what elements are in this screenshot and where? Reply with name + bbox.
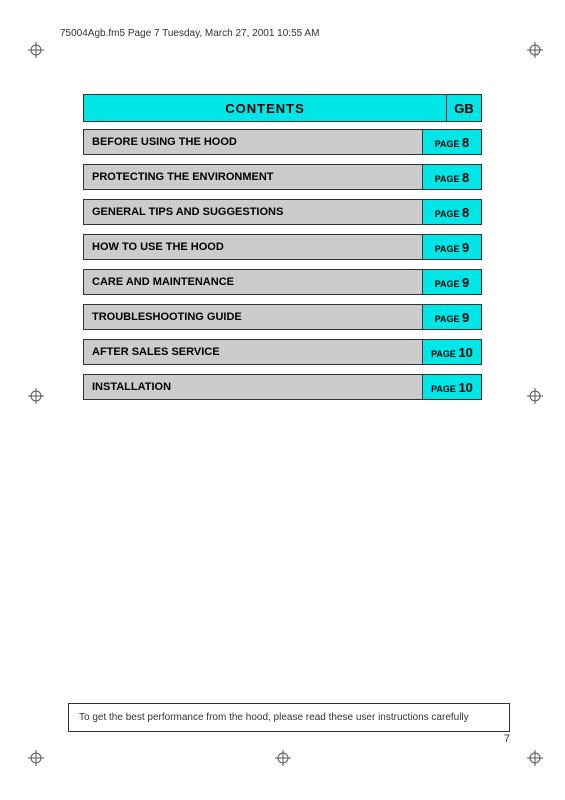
crosshair-bot-center [275,750,291,766]
crosshair-top-left [28,42,44,58]
table-row: GENERAL TIPS AND SUGGESTIONSPAGE 8 [83,199,482,225]
toc-page: PAGE 9 [422,234,482,260]
table-row: AFTER SALES SERVICEPAGE 10 [83,339,482,365]
contents-title: CONTENTS [225,101,305,116]
bottom-note: To get the best performance from the hoo… [68,703,510,732]
contents-header: CONTENTS GB [83,94,482,122]
table-row: PROTECTING THE ENVIRONMENTPAGE 8 [83,164,482,190]
toc-page: PAGE 10 [422,374,482,400]
toc-label: PROTECTING THE ENVIRONMENT [83,164,422,190]
crosshair-mid-left [28,388,44,404]
header: 75004Agb.fm5 Page 7 Tuesday, March 27, 2… [60,28,535,39]
toc-page: PAGE 9 [422,304,482,330]
toc-page: PAGE 10 [422,339,482,365]
toc-label: AFTER SALES SERVICE [83,339,422,365]
toc-label: TROUBLESHOOTING GUIDE [83,304,422,330]
toc-label: GENERAL TIPS AND SUGGESTIONS [83,199,422,225]
contents-title-cell: CONTENTS [83,94,446,122]
crosshair-bot-right [527,750,543,766]
toc-label: BEFORE USING THE HOOD [83,129,422,155]
table-row: INSTALLATIONPAGE 10 [83,374,482,400]
page-number: 7 [504,733,510,745]
file-info: 75004Agb.fm5 Page 7 Tuesday, March 27, 2… [60,28,319,39]
toc-page: PAGE 9 [422,269,482,295]
table-row: TROUBLESHOOTING GUIDEPAGE 9 [83,304,482,330]
bottom-note-text: To get the best performance from the hoo… [79,712,469,723]
toc-label: CARE AND MAINTENANCE [83,269,422,295]
crosshair-top-right [527,42,543,58]
page: 75004Agb.fm5 Page 7 Tuesday, March 27, 2… [0,0,565,800]
table-row: HOW TO USE THE HOODPAGE 9 [83,234,482,260]
crosshair-bot-left [28,750,44,766]
contents-area: CONTENTS GB BEFORE USING THE HOODPAGE 8P… [83,94,482,403]
toc-label: INSTALLATION [83,374,422,400]
toc-page: PAGE 8 [422,164,482,190]
table-row: CARE AND MAINTENANCEPAGE 9 [83,269,482,295]
toc-label: HOW TO USE THE HOOD [83,234,422,260]
crosshair-mid-right [527,388,543,404]
toc-page: PAGE 8 [422,199,482,225]
toc-table: BEFORE USING THE HOODPAGE 8PROTECTING TH… [83,126,482,403]
contents-gb-cell: GB [446,94,482,122]
contents-gb-label: GB [454,101,474,116]
toc-page: PAGE 8 [422,129,482,155]
table-row: BEFORE USING THE HOODPAGE 8 [83,129,482,155]
